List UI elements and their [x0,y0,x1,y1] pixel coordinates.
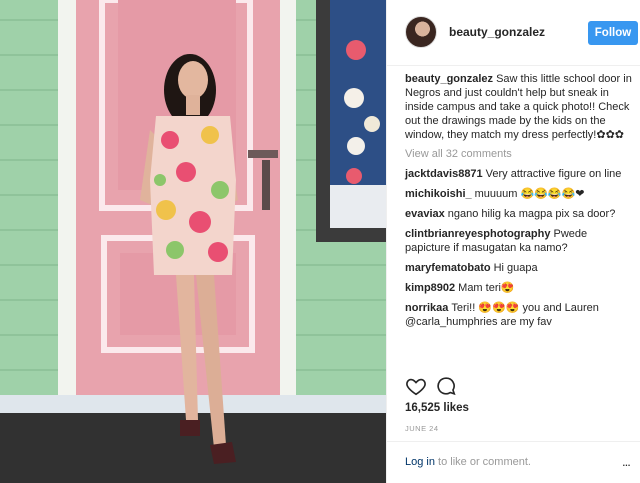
comment-item: norrikaa Teri!! 😍😍😍 you and Lauren @carla… [405,301,634,329]
comment-text: Hi guapa [493,262,538,274]
login-link[interactable]: Log in [405,456,435,468]
post-photo[interactable] [0,0,386,483]
comment-item: maryfematobato Hi guapa [405,261,634,275]
comment-icon[interactable] [435,375,457,397]
post-footer: Log in to like or comment. ... [387,441,640,483]
comment-username[interactable]: clintbrianreyesphotography [405,228,550,240]
likes-count[interactable]: 16,525 likes [405,402,469,414]
view-all-comments-link[interactable]: View all 32 comments [405,147,634,161]
comment-username[interactable]: kimp8902 [405,282,455,294]
post-sidebar: beauty_gonzalez Follow beauty_gonzalez S… [387,0,640,483]
caption-username[interactable]: beauty_gonzalez [405,73,493,85]
avatar[interactable] [405,16,437,48]
comment-item: clintbrianreyesphotography Pwede papictur… [405,227,634,255]
comment-text: ngano hilig ka magpa pix sa door? [447,208,616,220]
more-options-icon[interactable]: ... [622,454,631,469]
post-photo-illustration [0,0,386,483]
comment-username[interactable]: jacktdavis8871 [405,168,483,180]
comment-item: evaviax ngano hilig ka magpa pix sa door? [405,207,634,221]
comment-username[interactable]: norrikaa [405,302,448,314]
comment-username[interactable]: evaviax [405,208,445,220]
comment-item: michikoishi_ muuuum 😂😂😂😂❤ [405,187,634,201]
login-prompt-text: to like or comment. [438,456,531,468]
comment-text: muuuum 😂😂😂😂❤ [474,188,585,200]
post-actions [405,375,634,397]
caption: beauty_gonzalez Saw this little school d… [405,72,634,142]
heart-icon[interactable] [405,375,427,397]
comment-item: kimp8902 Mam teri😍 [405,281,634,295]
comment-username[interactable]: michikoishi_ [405,188,472,200]
header-username[interactable]: beauty_gonzalez [449,25,545,39]
post-header: beauty_gonzalez Follow [387,0,640,66]
comment-text: Very attractive figure on line [485,168,622,180]
follow-button[interactable]: Follow [588,21,638,45]
comment-text: Mam teri😍 [458,282,515,294]
post-date: JUNE 24 [405,424,439,433]
comment-username[interactable]: maryfematobato [405,262,491,274]
comments-section: beauty_gonzalez Saw this little school d… [405,72,634,335]
login-prompt: Log in to like or comment. [405,456,531,468]
comment-item: jacktdavis8871 Very attractive figure on … [405,167,634,181]
